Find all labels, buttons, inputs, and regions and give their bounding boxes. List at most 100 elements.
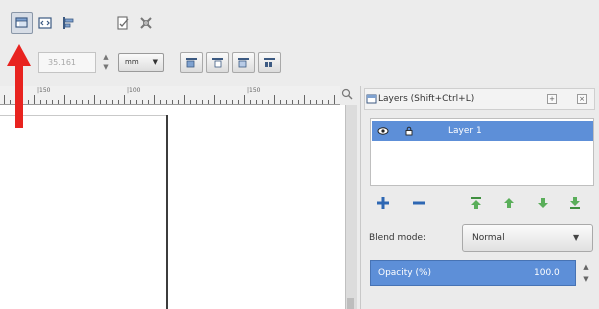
ruler-tick: [304, 95, 305, 104]
ruler-tick: [154, 95, 155, 104]
blend-mode-value: Normal: [472, 233, 505, 243]
raise-to-top-icon: [186, 58, 197, 68]
remove-layer-button[interactable]: [410, 194, 428, 212]
visibility-eye-icon[interactable]: [377, 125, 389, 137]
ruler-tick: [136, 100, 137, 104]
layers-icon: [366, 94, 377, 104]
ruler-tick: [70, 100, 71, 104]
layers-dock-title: Layers (Shift+Ctrl+L): [378, 94, 475, 104]
dock-expand-icon[interactable]: +: [547, 94, 557, 104]
raise-layer-to-top-button[interactable]: [467, 194, 485, 212]
ruler-tick: [280, 100, 281, 104]
ruler-tick: [184, 95, 185, 104]
raise-layer-button[interactable]: [500, 194, 518, 212]
spin-down-icon[interactable]: ▼: [579, 273, 593, 285]
lock-icon[interactable]: [404, 126, 414, 136]
opacity-label: Opacity (%): [378, 268, 432, 278]
ruler-tick: [178, 100, 179, 104]
raise-to-top-icon: [471, 197, 481, 209]
preferences-button[interactable]: [135, 12, 157, 34]
ruler-tick: [46, 100, 47, 104]
ruler-tick: [94, 95, 95, 104]
ruler-label: |100: [127, 87, 141, 94]
ruler-tick: [76, 100, 77, 104]
ruler-tick: [172, 100, 173, 104]
layers-dialog-button[interactable]: [11, 12, 33, 34]
ruler-tick: [64, 95, 65, 104]
raise-button[interactable]: [206, 52, 229, 73]
ruler-label: |150: [37, 87, 51, 94]
plus-icon: [377, 197, 389, 209]
ruler-tick: [310, 100, 311, 104]
ruler-tick: [244, 95, 245, 104]
value-spinbox-input[interactable]: 35.161: [38, 52, 96, 73]
ruler-tick: [58, 100, 59, 104]
raise-to-top-button[interactable]: [180, 52, 203, 73]
lower-to-bottom-button[interactable]: [258, 52, 281, 73]
red-arrow-annotation: [7, 44, 31, 128]
ruler-tick: [316, 100, 317, 104]
lower-to-bottom-icon: [570, 197, 580, 209]
spin-down-icon[interactable]: ▼: [99, 62, 113, 72]
ruler-tick: [118, 100, 119, 104]
unit-select-value: mm: [125, 58, 139, 66]
lower-icon: [538, 198, 548, 208]
ruler-tick: [208, 100, 209, 104]
ruler-tick: [202, 100, 203, 104]
lower-icon: [238, 58, 249, 68]
ruler-tick: [298, 100, 299, 104]
layer-name: Layer 1: [448, 126, 482, 136]
page-border-right: [166, 115, 168, 309]
ruler-tick: [52, 100, 53, 104]
preferences-icon: [140, 17, 152, 29]
ruler-tick: [334, 95, 335, 104]
xml-editor-icon: [38, 17, 52, 29]
ruler-tick: [160, 100, 161, 104]
ruler-tick: [190, 100, 191, 104]
ruler-tick: [148, 100, 149, 104]
ruler-tick: [40, 100, 41, 104]
ruler-tick: [292, 100, 293, 104]
horizontal-ruler[interactable]: |150 |100 |150: [0, 86, 340, 105]
ruler-tick: [250, 100, 251, 104]
ruler-tick: [256, 100, 257, 104]
document-properties-button[interactable]: [112, 12, 134, 34]
spin-up-icon[interactable]: ▲: [99, 52, 113, 62]
add-layer-button[interactable]: [374, 194, 392, 212]
ruler-tick: [166, 100, 167, 104]
ruler-tick: [238, 100, 239, 104]
ruler-tick: [232, 100, 233, 104]
opacity-spin-arrows[interactable]: ▲ ▼: [579, 261, 593, 287]
ruler-tick: [82, 100, 83, 104]
ruler-tick: [130, 100, 131, 104]
chevron-down-icon: ▼: [152, 58, 158, 66]
spin-up-icon[interactable]: ▲: [579, 261, 593, 273]
drawing-canvas[interactable]: [0, 105, 345, 309]
lower-layer-to-bottom-button[interactable]: [566, 194, 584, 212]
align-distribute-button[interactable]: [57, 12, 79, 34]
minus-icon: [413, 201, 425, 205]
scrollbar-thumb[interactable]: [347, 298, 354, 309]
raise-icon: [212, 58, 223, 68]
ruler-tick: [268, 100, 269, 104]
ruler-tick: [100, 100, 101, 104]
ruler-tick: [322, 100, 323, 104]
vertical-scrollbar[interactable]: [345, 105, 357, 309]
layers-dialog-icon: [15, 17, 28, 28]
opacity-value[interactable]: 100.0: [534, 268, 560, 278]
lower-layer-button[interactable]: [534, 194, 552, 212]
value-spinbox-arrows[interactable]: ▲ ▼: [99, 52, 113, 73]
xml-editor-button[interactable]: [34, 12, 56, 34]
dock-close-icon[interactable]: ×: [577, 94, 587, 104]
lower-button[interactable]: [232, 52, 255, 73]
zoom-correction-icon[interactable]: [341, 88, 353, 100]
unit-select[interactable]: mm ▼: [118, 53, 164, 72]
ruler-tick: [286, 100, 287, 104]
ruler-tick: [262, 100, 263, 104]
ruler-tick: [196, 100, 197, 104]
ruler-tick: [112, 100, 113, 104]
ruler-tick: [4, 95, 5, 104]
chevron-down-icon: ▼: [573, 233, 580, 242]
lower-to-bottom-icon: [264, 58, 275, 67]
ruler-tick: [220, 100, 221, 104]
